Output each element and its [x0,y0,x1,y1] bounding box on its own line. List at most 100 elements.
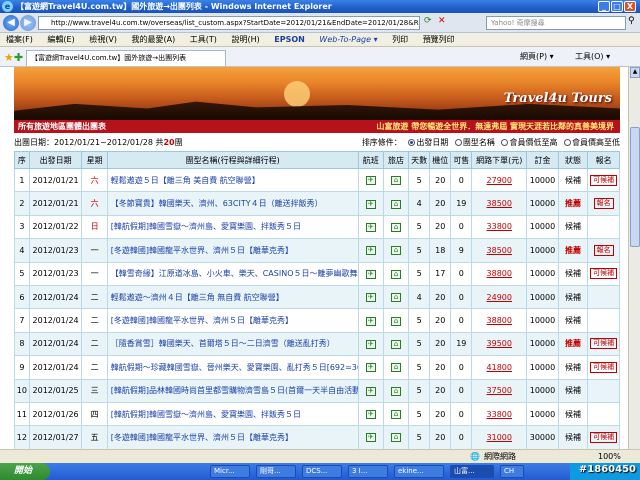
hotel-info-icon[interactable]: ⌂ [390,269,401,279]
apply-button[interactable]: 報名 [593,244,614,256]
seats: 20 [429,284,452,310]
tour-name-link[interactable]: [韓航假期]韓國雪嶽～濟州島、愛寶樂園、拌飯秀５日 [106,401,359,427]
price-link[interactable]: 33800 [471,401,528,427]
menu-edit[interactable]: 編輯(E) [47,35,74,44]
sort-radio-name[interactable] [454,139,462,146]
web-to-page-button[interactable]: Web-To-Page ▾ [319,35,377,44]
flight-info-icon[interactable]: ✈ [365,222,376,232]
apply-button[interactable]: 可候補 [590,361,618,373]
hotel-info-icon[interactable]: ⌂ [390,363,401,373]
task-button[interactable]: Micr... [210,465,250,478]
start-button[interactable]: 開始 [0,463,50,480]
menu-favorites[interactable]: 我的最愛(A) [132,35,176,44]
flight-info-icon[interactable]: ✈ [365,199,376,209]
hotel-cell: ⌂ [382,331,410,357]
col-seats: 機位 [429,151,452,169]
task-button[interactable]: 剛哥... [256,465,296,478]
task-button[interactable]: 3 I... [348,465,388,478]
hotel-info-icon[interactable]: ⌂ [390,176,401,186]
price-link[interactable]: 41800 [471,355,528,380]
flight-info-icon[interactable]: ✈ [365,293,376,303]
favorites-star-icon[interactable]: ★ [4,51,14,64]
tour-name-link[interactable]: [韓航假期]韓國雪嶽～濟州島、愛寶樂園、拌飯秀５日 [106,214,359,240]
price-link[interactable]: 38800 [471,308,528,333]
hotel-info-icon[interactable]: ⌂ [390,199,401,209]
task-button-active[interactable]: 山富... [450,465,494,478]
price-link[interactable]: 37500 [471,378,528,403]
add-favorite-icon[interactable]: ✚ [14,51,23,64]
tools-menu-button[interactable]: 工具(O) ▾ [575,51,610,62]
stop-icon[interactable]: ✕ [438,16,446,26]
tour-name-link[interactable]: [韓航假期]品林韓國時尚首里都雪購物濟雪島５日(首爾一天半自由活動) [106,378,359,403]
menu-view[interactable]: 檢視(V) [89,35,117,44]
page-menu-button[interactable]: 網頁(P) ▾ [520,51,554,62]
apply-button[interactable]: 可候補 [590,338,618,350]
forward-arrow-icon[interactable]: ▶ [20,15,36,31]
print-button[interactable]: 列印 [392,35,408,44]
departure-date: 2012/01/24 [28,355,83,380]
sort-radio-price-desc[interactable] [564,139,571,146]
tour-name-link[interactable]: [冬遊韓國]韓國龍平水世界、濟州５日【離華克秀】 [106,308,359,333]
tab-current[interactable]: 【富遊網Travel4U.com.tw】國外旅遊→出團列表 [26,50,226,66]
tour-name-link[interactable]: 【冬節寶貴】韓國樂天、濟州、63CITY４日（離送拌飯秀） [106,191,359,216]
status: 候補 [557,261,589,286]
task-button[interactable]: DCS... [302,465,342,478]
minimize-button[interactable]: _ [598,1,610,12]
maximize-button[interactable]: □ [611,1,623,12]
flight-info-icon[interactable]: ✈ [365,176,376,186]
price-link[interactable]: 27900 [471,167,528,193]
price-link[interactable]: 39500 [471,331,528,357]
menu-tools[interactable]: 工具(T) [190,35,217,44]
price-link[interactable]: 38800 [471,261,528,286]
hotel-info-icon[interactable]: ⌂ [390,433,401,443]
hotel-info-icon[interactable]: ⌂ [390,246,401,256]
search-input[interactable]: Yahoo! 奇摩搜尋 [486,16,626,30]
tour-name-link[interactable]: [冬遊韓國]韓國龍平水世界、濟州５日【離華克秀】 [106,238,359,263]
apply-button[interactable]: 報名 [593,198,614,210]
address-input[interactable]: http://www.travel4u.com.tw/overseas/list… [38,16,420,30]
flight-info-icon[interactable]: ✈ [365,386,376,396]
hotel-info-icon[interactable]: ⌂ [390,339,401,349]
hotel-info-icon[interactable]: ⌂ [390,293,401,303]
tour-name-link[interactable]: 輕鬆遨遊５日【離三角 美自費 航空聯營】 [106,167,359,193]
zoom-level[interactable]: 100% [598,450,621,464]
price-link[interactable]: 38500 [471,238,528,263]
apply-button[interactable]: 可候補 [590,268,618,280]
flight-info-icon[interactable]: ✈ [365,246,376,256]
price-link[interactable]: 24900 [471,284,528,310]
scroll-up-icon[interactable]: ▲ [630,67,640,78]
menu-file[interactable]: 檔案(F) [6,35,33,44]
apply-button[interactable]: 可候補 [590,431,618,443]
search-icon[interactable]: ⚲ [628,16,635,26]
price-link[interactable]: 38500 [471,191,528,216]
tour-name-link[interactable]: 【韓雪奇緣】江原道冰島、小火車、樂天、CASINO５日～離夢幽歌舞秀 [106,261,359,286]
close-button[interactable]: X [624,1,636,12]
tour-name-link[interactable]: 輕鬆遨遊～濟州４日【離三角 無自費 航空聯營】 [106,284,359,310]
flight-info-icon[interactable]: ✈ [365,269,376,279]
flight-info-icon[interactable]: ✈ [365,316,376,326]
sort-radio-date[interactable] [408,139,416,146]
task-button[interactable]: ekine... [394,465,444,478]
flight-info-icon[interactable]: ✈ [365,410,376,420]
language-button[interactable]: CH [500,465,524,478]
print-preview-button[interactable]: 預覽列印 [423,35,455,44]
hotel-info-icon[interactable]: ⌂ [390,222,401,232]
menu-help[interactable]: 說明(H) [231,35,259,44]
price-link[interactable]: 33800 [471,214,528,240]
hotel-info-icon[interactable]: ⌂ [390,386,401,396]
tour-name-link[interactable]: 韓航假期～珍藏韓國雪嶽、晉州樂天、愛寶樂園、亂打秀５日[692=3691] [106,355,359,380]
tour-name-link[interactable]: ［隨香賞雪］韓國樂天、首爾塔５日～二日濟雪（離送亂打秀） [106,331,359,357]
flight-info-icon[interactable]: ✈ [365,433,376,443]
hotel-info-icon[interactable]: ⌂ [390,316,401,326]
sort-radio-price-asc[interactable] [501,139,509,146]
vertical-scrollbar[interactable]: ▲ ▼ [628,67,640,463]
flight-info-icon[interactable]: ✈ [365,339,376,349]
scroll-thumb[interactable] [630,127,640,247]
tour-name-link[interactable]: [冬遊韓國]韓國龍平水世界、濟州５日【離華克秀】 [106,425,359,450]
back-arrow-icon[interactable]: ◀ [3,15,19,31]
apply-button[interactable]: 可候補 [590,174,618,186]
refresh-icon[interactable]: ⟳ [424,16,432,26]
price-link[interactable]: 31000 [471,425,528,450]
hotel-info-icon[interactable]: ⌂ [390,410,401,420]
flight-info-icon[interactable]: ✈ [365,363,376,373]
